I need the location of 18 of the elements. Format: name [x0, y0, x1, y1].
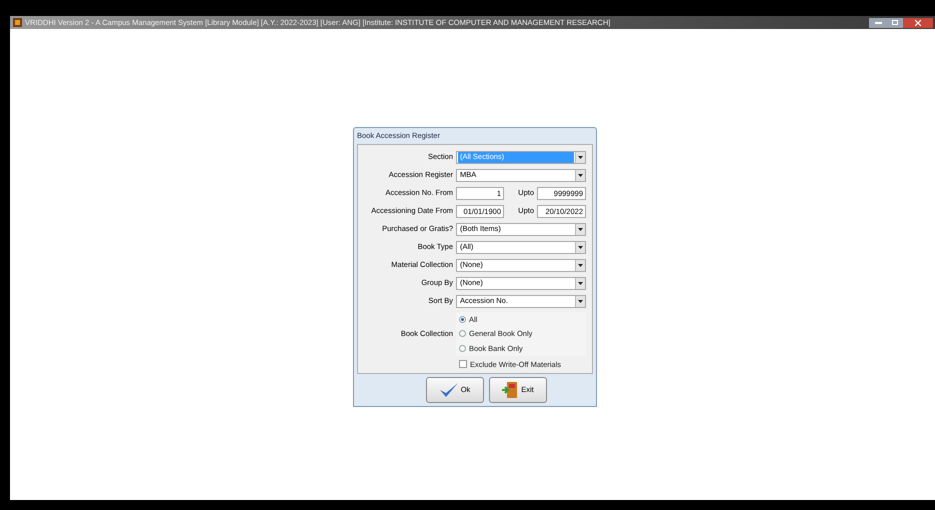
caret-icon: [575, 152, 585, 162]
caret-icon: [575, 224, 585, 234]
close-button[interactable]: [903, 18, 933, 28]
minimize-button[interactable]: [869, 18, 887, 28]
app-icon: [13, 18, 22, 27]
checkmark-icon: [438, 382, 459, 398]
caret-icon: [575, 170, 585, 180]
radio-button[interactable]: [459, 316, 466, 324]
caret-icon: [575, 296, 585, 306]
close-icon: [915, 20, 921, 26]
caret-icon: [575, 278, 585, 288]
door-icon: [501, 381, 520, 399]
checkbox[interactable]: [459, 360, 467, 368]
caret-icon: [575, 242, 585, 252]
maximize-button[interactable]: [887, 18, 903, 28]
radio-button[interactable]: [459, 330, 466, 338]
radio-button[interactable]: [459, 344, 466, 352]
caret-icon: [575, 260, 585, 270]
